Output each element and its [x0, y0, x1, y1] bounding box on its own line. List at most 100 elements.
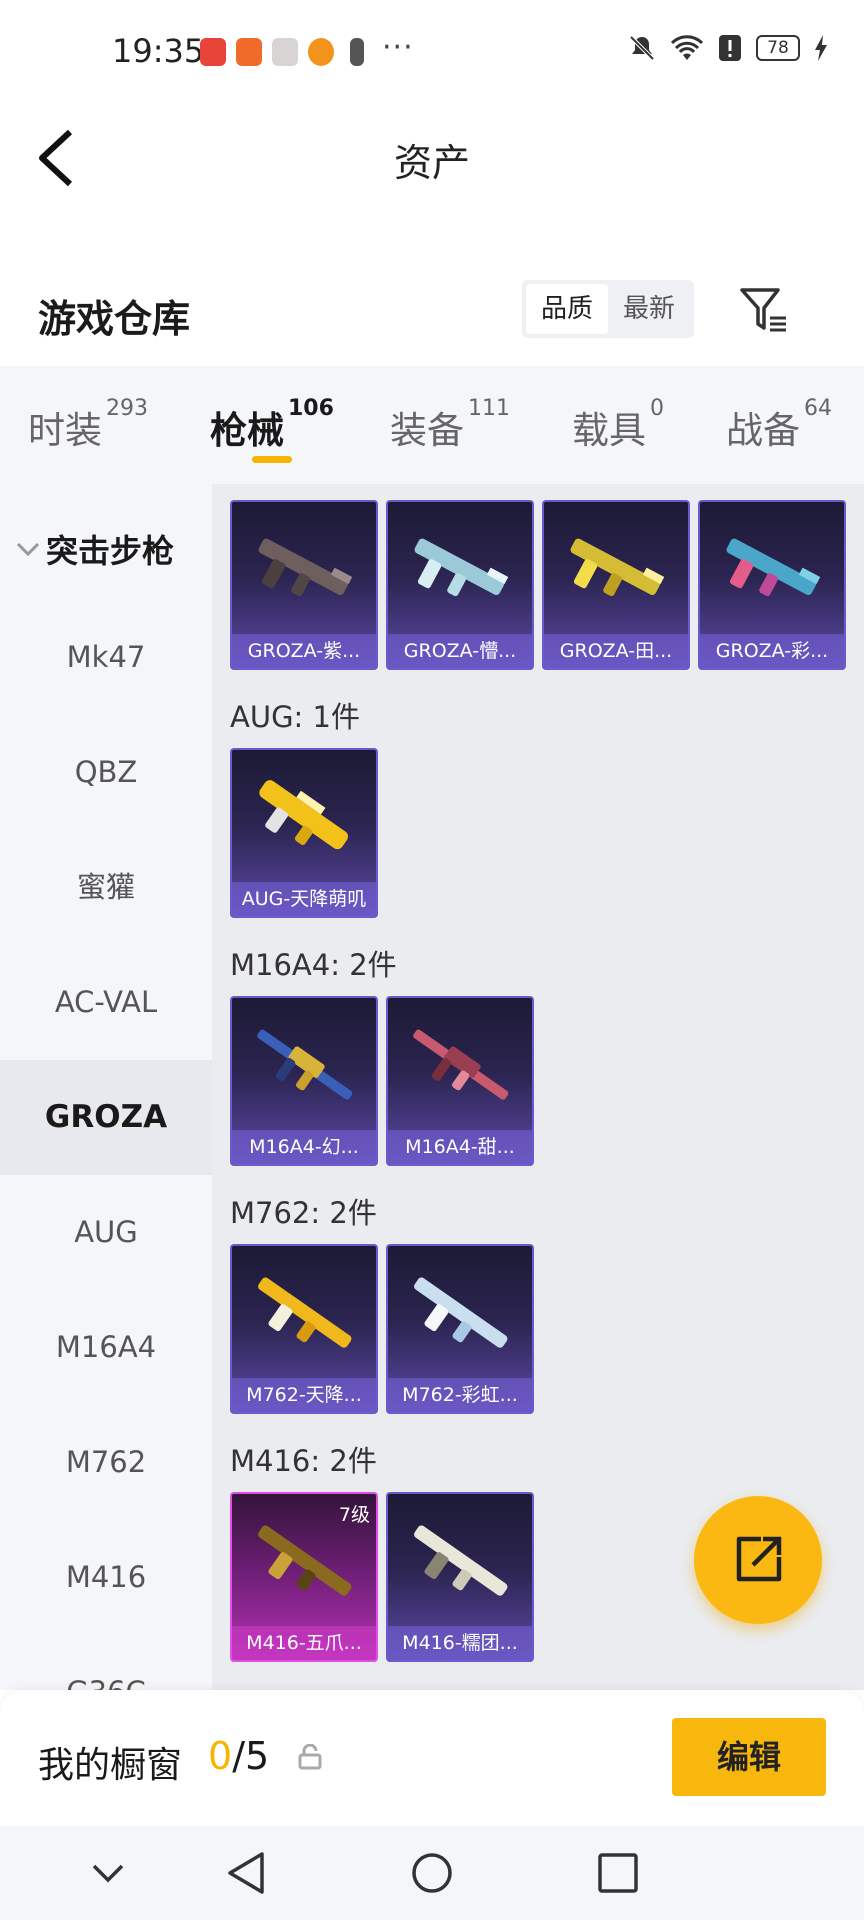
system-nav-bar [0, 1826, 864, 1920]
notification-icon [200, 38, 226, 66]
rifle-icon [259, 780, 349, 850]
rifle-icon [257, 1029, 353, 1100]
weapon-card[interactable]: M16A4-甜... [386, 996, 534, 1166]
rifle-icon [413, 1029, 509, 1100]
weapon-card-label: GROZA-彩... [700, 634, 844, 668]
sort-newest-option[interactable]: 最新 [608, 284, 690, 334]
tab-costumes[interactable]: 时装293 [28, 396, 148, 454]
rifle-icon [570, 538, 665, 597]
weapon-card-label: M16A4-甜... [388, 1130, 532, 1164]
battery-indicator: 78 [756, 35, 800, 61]
status-bar: 19:35 ··· 78 [0, 0, 864, 104]
sort-quality-option[interactable]: 品质 [526, 284, 608, 334]
active-tab-indicator [252, 456, 292, 463]
weapon-card-label: M762-天降... [232, 1378, 376, 1412]
sidebar-item-m16a4[interactable]: M16A4 [0, 1290, 212, 1405]
level-badge: 7级 [338, 1504, 370, 1526]
page-title: 资产 [393, 141, 470, 185]
rifle-icon [258, 538, 353, 597]
tab-label: 载具 [572, 409, 646, 452]
sidebar-item-aug[interactable]: AUG [0, 1175, 212, 1290]
sidebar-category[interactable]: 突击步枪 [16, 526, 174, 572]
weapon-card[interactable]: GROZA-紫... [230, 500, 378, 670]
weapon-card[interactable]: GROZA-懵... [386, 500, 534, 670]
tab-label: 时装 [28, 409, 102, 452]
alert-icon [719, 35, 741, 61]
rifle-icon [414, 1525, 508, 1596]
rifle-icon [258, 1277, 352, 1348]
edit-button[interactable]: 编辑 [672, 1718, 826, 1796]
rifle-icon [726, 538, 821, 597]
mute-icon [629, 35, 655, 61]
app-header: 资产 [0, 104, 864, 214]
sidebar-item-m762[interactable]: M762 [0, 1405, 212, 1520]
notification-icon [272, 38, 298, 66]
tab-vehicles[interactable]: 载具0 [572, 396, 664, 454]
weapon-card-label: M762-彩虹... [388, 1378, 532, 1412]
tab-equipment[interactable]: 装备111 [390, 396, 510, 454]
tab-supplies[interactable]: 战备64 [726, 396, 832, 454]
nav-home-icon[interactable] [410, 1848, 454, 1898]
weapon-card[interactable]: AUG-天降萌叽 [230, 748, 378, 918]
sidebar-item-qbz[interactable]: QBZ [0, 715, 212, 830]
sidebar-item-honey-badger[interactable]: 蜜獾 [0, 830, 212, 945]
rifle-icon [414, 1277, 508, 1348]
group-title-m416: M416: 2件 [230, 1444, 377, 1478]
weapon-card-label: M416-五爪... [232, 1626, 376, 1660]
weapon-card[interactable]: M762-彩虹... [386, 1244, 534, 1414]
lock-icon [298, 1744, 322, 1770]
nav-back-icon[interactable] [224, 1848, 268, 1898]
nav-recents-icon[interactable] [596, 1848, 640, 1898]
showcase-total: /5 [232, 1734, 270, 1778]
tab-count: 106 [288, 396, 334, 421]
tab-label: 战备 [726, 409, 800, 452]
showcase-current: 0 [208, 1734, 233, 1778]
warehouse-title: 游戏仓库 [38, 297, 191, 341]
weapon-card-label: AUG-天降萌叽 [232, 882, 376, 916]
filter-icon[interactable] [738, 284, 790, 336]
rifle-icon [258, 1525, 352, 1596]
tab-label: 装备 [390, 409, 464, 452]
showcase-label: 我的橱窗 [38, 1745, 183, 1786]
weapon-card[interactable]: GROZA-彩... [698, 500, 846, 670]
group-title-aug: AUG: 1件 [230, 700, 360, 734]
more-notifications: ··· [382, 30, 414, 65]
weapon-card[interactable]: GROZA-田... [542, 500, 690, 670]
notification-icon [236, 38, 262, 66]
sidebar-category-label: 突击步枪 [46, 532, 175, 570]
rifle-icon [414, 538, 509, 597]
share-button[interactable] [694, 1496, 822, 1624]
weapon-card[interactable]: M762-天降... [230, 1244, 378, 1414]
tab-count: 64 [804, 396, 832, 421]
weapon-card-label: M16A4-幻... [232, 1130, 376, 1164]
category-tabs: 时装293 枪械106 装备111 载具0 战备64 [0, 366, 864, 484]
weapon-card-label: GROZA-懵... [388, 634, 532, 668]
group-title-m762: M762: 2件 [230, 1196, 377, 1230]
status-time: 19:35 [112, 32, 205, 70]
weapon-card-label: GROZA-田... [544, 634, 688, 668]
tab-count: 111 [468, 396, 510, 421]
tab-count: 0 [650, 396, 664, 421]
sidebar-item-ac-val[interactable]: AC-VAL [0, 945, 212, 1060]
notification-icon [350, 38, 364, 66]
charging-icon [815, 35, 827, 61]
group-title-m16a4: M16A4: 2件 [230, 948, 397, 982]
weapon-card[interactable]: 7级 M416-五爪... [230, 1492, 378, 1662]
weapon-card[interactable]: M416-糯团... [386, 1492, 534, 1662]
sidebar-item-groza[interactable]: GROZA [0, 1060, 212, 1175]
sidebar-item-mk47[interactable]: Mk47 [0, 600, 212, 715]
weapon-card-label: M416-糯团... [388, 1626, 532, 1660]
share-icon [736, 1536, 782, 1582]
weapon-type-sidebar: 突击步枪 Mk47 QBZ 蜜獾 AC-VAL GROZA AUG M16A4 … [0, 484, 212, 1690]
tab-label: 枪械 [210, 409, 284, 452]
weapon-card-label: GROZA-紫... [232, 634, 376, 668]
sidebar-item-m416[interactable]: M416 [0, 1520, 212, 1635]
chevron-down-icon[interactable] [90, 1848, 126, 1898]
tab-weapons[interactable]: 枪械106 [210, 396, 334, 454]
weapon-card[interactable]: M16A4-幻... [230, 996, 378, 1166]
sidebar-item-g36c[interactable]: G36C [0, 1635, 212, 1690]
notification-icon [308, 38, 334, 66]
showcase-bar: 我的橱窗 0/5 编辑 [0, 1690, 864, 1826]
wifi-icon [670, 35, 704, 60]
tab-count: 293 [106, 396, 148, 421]
